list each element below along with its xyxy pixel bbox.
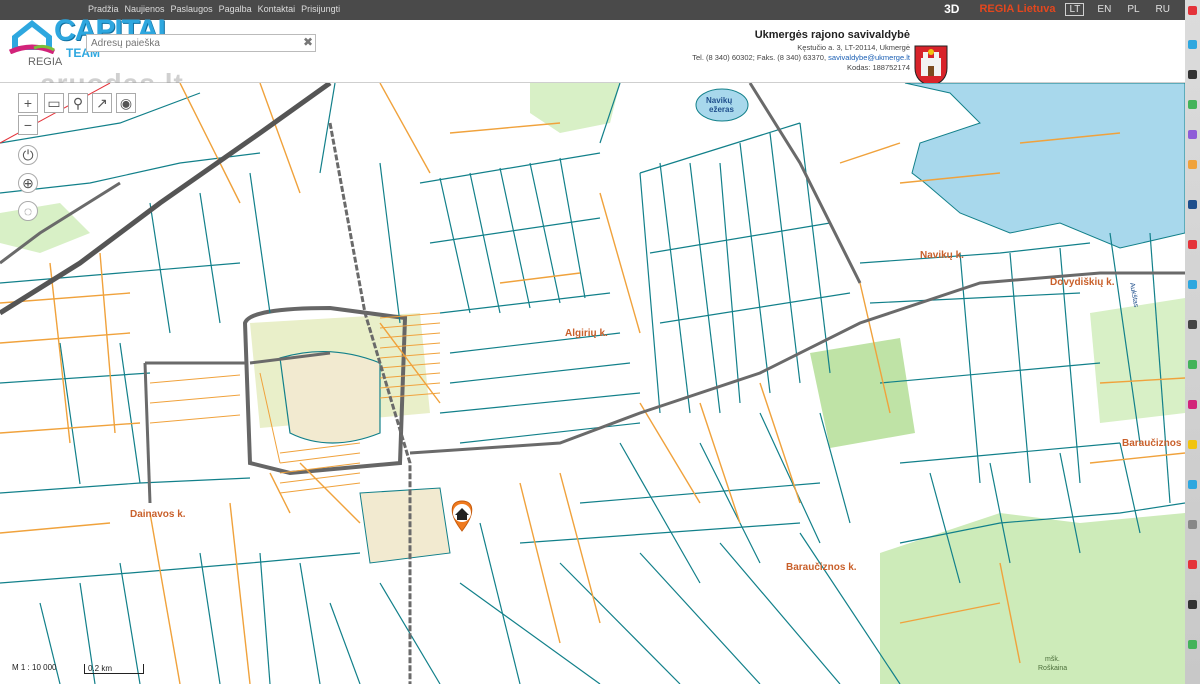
regia-label: REGIA xyxy=(28,56,63,68)
lake-label-line1: Navikų xyxy=(706,96,732,105)
dock-app-icon[interactable] xyxy=(1188,280,1197,289)
topbar-right: 3D REGIA Lietuva LT EN PL RU xyxy=(944,2,1173,16)
address-search-input[interactable] xyxy=(86,34,316,52)
house-logo-icon xyxy=(8,20,56,54)
dock-app-icon[interactable] xyxy=(1188,320,1197,329)
forest-label-line1: mšk. xyxy=(1045,656,1060,663)
village-label-algiriai: Algirių k. xyxy=(565,328,608,339)
lang-ru[interactable]: RU xyxy=(1153,4,1173,15)
municipality-email[interactable]: savivaldybe@ukmerge.lt xyxy=(828,53,910,62)
zoom-out-button[interactable]: − xyxy=(18,115,38,135)
lake-label-line2: ežeras xyxy=(709,105,734,114)
search-clear-icon[interactable]: ✖ xyxy=(303,35,313,49)
dock-app-icon[interactable] xyxy=(1188,130,1197,139)
zoom-in-button[interactable]: + xyxy=(18,93,38,113)
3d-button[interactable]: 3D xyxy=(944,2,959,16)
dock-app-icon[interactable] xyxy=(1188,560,1197,569)
power-icon[interactable]: ⏻ xyxy=(18,145,38,165)
lang-en[interactable]: EN xyxy=(1094,4,1114,15)
municipality-phone: Tel. (8 340) 60302; Faks. (8 340) 63370, xyxy=(692,53,827,62)
dock-app-icon[interactable] xyxy=(1188,6,1197,15)
scale-bar: 0.2 km xyxy=(84,664,144,674)
app-dock xyxy=(1185,0,1200,684)
map-view[interactable]: Navikų ežeras Navikų k. Algirių k. Dovyd… xyxy=(0,83,1185,684)
forest-label-line2: Roškaina xyxy=(1038,665,1067,672)
share-icon[interactable]: ↗ xyxy=(92,93,112,113)
lasso-icon[interactable]: ◌ xyxy=(18,201,38,221)
municipality-name: Ukmergės rajono savivaldybė xyxy=(754,29,910,41)
locate-icon[interactable]: ◉ xyxy=(116,93,136,113)
dock-app-icon[interactable] xyxy=(1188,640,1197,649)
menu-help[interactable]: Pagalba xyxy=(219,4,252,14)
dock-app-icon[interactable] xyxy=(1188,480,1197,489)
dock-app-icon[interactable] xyxy=(1188,70,1197,79)
municipality-info: Ukmergės rajono savivaldybė Kęstučio a. … xyxy=(692,30,910,73)
regia-link[interactable]: REGIA Lietuva xyxy=(979,3,1055,15)
pin-icon[interactable]: ⚲ xyxy=(68,93,88,113)
village-label-dainavos: Dainavos k. xyxy=(130,509,186,520)
dock-app-icon[interactable] xyxy=(1188,100,1197,109)
dock-app-icon[interactable] xyxy=(1188,600,1197,609)
dock-app-icon[interactable] xyxy=(1188,160,1197,169)
cadastral-map[interactable]: Navikų ežeras Navikų k. Algirių k. Dovyd… xyxy=(0,83,1185,684)
dock-app-icon[interactable] xyxy=(1188,240,1197,249)
dock-app-icon[interactable] xyxy=(1188,200,1197,209)
dock-app-icon[interactable] xyxy=(1188,520,1197,529)
dock-app-icon[interactable] xyxy=(1188,40,1197,49)
menu-contacts[interactable]: Kontaktai xyxy=(258,4,296,14)
municipality-code: Kodas: 188752174 xyxy=(847,63,910,72)
header: CAPITAL TEAM REGIA aruodas.lt ✖ Ukmergės… xyxy=(0,14,1185,99)
lang-lt[interactable]: LT xyxy=(1065,2,1085,16)
village-label-navikai: Navikų k. xyxy=(920,250,964,261)
dock-app-icon[interactable] xyxy=(1188,440,1197,449)
map-scale: M 1 : 10 000 xyxy=(12,663,57,672)
dock-app-icon[interactable] xyxy=(1188,360,1197,369)
menu-login[interactable]: Prisijungti xyxy=(301,4,340,14)
coat-of-arms-icon xyxy=(914,45,948,87)
crosshair-icon[interactable]: ⊕ xyxy=(18,173,38,193)
dock-app-icon[interactable] xyxy=(1188,400,1197,409)
municipality-address: Kęstučio a. 3, LT-20114, Ukmergė xyxy=(797,43,910,52)
village-label-dovydiskiai: Dovydiškių k. xyxy=(1050,277,1115,288)
measure-icon[interactable]: ▭ xyxy=(44,93,64,113)
lang-pl[interactable]: PL xyxy=(1124,4,1142,15)
village-label-baraucizinos-1: Baraučiznos k. xyxy=(786,562,857,573)
village-label-baraucizinos-2: Baraučiznos xyxy=(1122,438,1182,449)
